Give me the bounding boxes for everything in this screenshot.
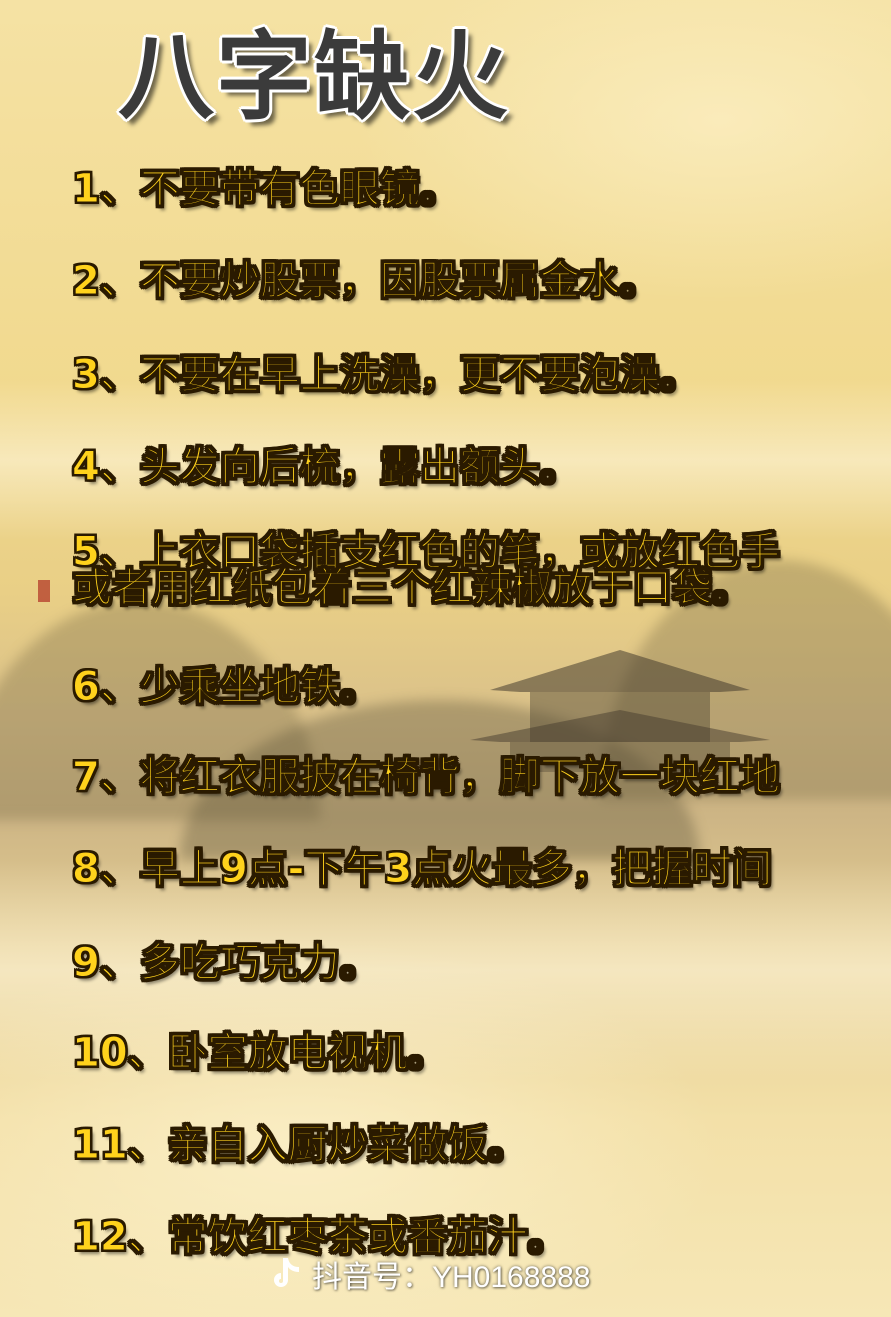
list-item-text-line2: 或者用红纸包着三个红辣椒放于口袋。: [72, 565, 753, 611]
list-item: 6、少乘坐地铁。: [72, 664, 381, 711]
list-item-text: 4、头发向后梳，露出额头。: [72, 444, 581, 491]
list-item-text: 1、不要带有色眼镜。: [72, 166, 461, 213]
list-item: 9、多吃巧克力。: [72, 940, 381, 987]
list-item-text: 6、少乘坐地铁。: [72, 664, 381, 711]
list-item: 5、上衣口袋插支红色的笔，或放红色手 或者用红纸包着三个红辣椒放于口袋。: [72, 532, 781, 611]
list-item: 7、将红衣服披在椅背，脚下放一块红地: [72, 754, 781, 801]
list-item-text: 7、将红衣服披在椅背，脚下放一块红地: [72, 754, 781, 801]
tiktok-icon: [274, 1258, 299, 1287]
list-item-text: 10、卧室放电视机。: [72, 1030, 449, 1077]
list-item-text: 9、多吃巧克力。: [72, 940, 381, 987]
list-item: 8、早上9点-下午3点火最多，把握时间: [71, 846, 773, 893]
watermark-text: 抖音号：YH0168888: [312, 1261, 591, 1294]
list-item: 2、不要炒股票，因股票属金水。: [72, 258, 661, 305]
list-item-text: 2、不要炒股票，因股票属金水。: [72, 258, 661, 305]
list-item: 3、不要在早上洗澡，更不要泡澡。: [72, 352, 701, 399]
list-item: 1、不要带有色眼镜。: [72, 166, 461, 213]
list-item: 4、头发向后梳，露出额头。: [72, 444, 581, 491]
list-item: 10、卧室放电视机。: [72, 1030, 449, 1077]
list-item-text: 11、亲自入厨炒菜做饭。: [72, 1122, 529, 1169]
douyin-watermark: 抖音号：YH0168888: [268, 1252, 590, 1296]
tips-list: 1、不要带有色眼镜。 2、不要炒股票，因股票属金水。 3、不要在早上洗澡，更不要…: [0, 0, 891, 1317]
list-item-text: 8、早上9点-下午3点火最多，把握时间: [71, 846, 773, 893]
list-item: 11、亲自入厨炒菜做饭。: [72, 1122, 529, 1169]
list-item-text: 3、不要在早上洗澡，更不要泡澡。: [72, 352, 701, 399]
